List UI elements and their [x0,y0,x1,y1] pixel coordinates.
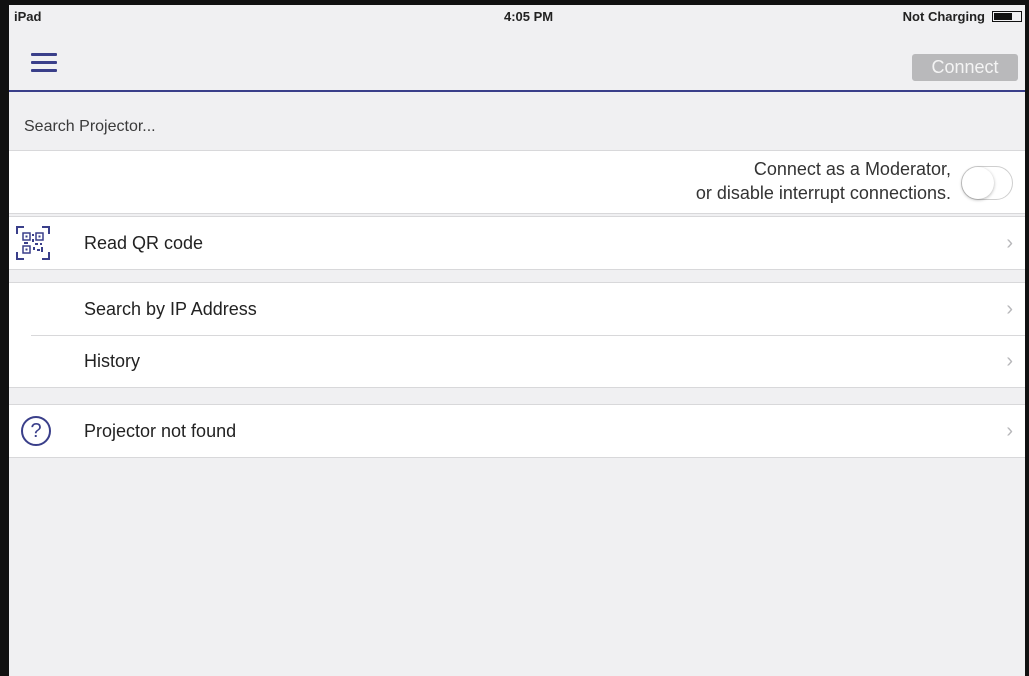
chevron-right-icon: › [1006,232,1013,254]
battery-icon [992,11,1022,22]
projector-not-found-label: Projector not found [84,421,237,441]
device-frame-right [1025,0,1029,676]
moderator-line-1: Connect as a Moderator, [753,159,951,179]
help-circle-icon: ? [21,416,51,446]
list-divider [31,335,1025,336]
toggle-knob [962,167,994,199]
device-name: iPad [14,9,42,24]
connect-button[interactable]: Connect [912,54,1018,81]
search-by-ip-label: Search by IP Address [84,299,257,319]
charge-status: Not Charging [902,9,985,24]
qr-code-icon [16,226,50,260]
app-screen: iPad 4:05 PM Not Charging Connect Search… [9,5,1025,676]
device-frame-left [0,0,9,676]
moderator-row: Connect as a Moderator, or disable inter… [9,150,1025,214]
read-qr-code-label: Read QR code [84,233,204,253]
chevron-right-icon: › [1006,298,1013,320]
moderator-description: Connect as a Moderator, or disable inter… [696,157,951,205]
chevron-right-icon: › [1006,350,1013,372]
status-time: 4:05 PM [504,9,554,24]
search-placeholder: Search Projector... [24,118,156,135]
projector-not-found-item[interactable]: ? Projector not found › [9,404,1025,458]
moderator-line-2: or disable interrupt connections. [695,183,951,203]
battery-level [994,13,1013,20]
history-label: History [84,351,141,371]
search-projector-field[interactable]: Search Projector... [9,92,1025,150]
nav-bar: Connect [9,27,1025,92]
hamburger-menu-icon[interactable] [31,53,57,73]
history-item[interactable]: History › [9,335,1025,388]
chevron-right-icon: › [1006,420,1013,442]
status-bar: iPad 4:05 PM Not Charging [9,5,1025,27]
read-qr-code-item[interactable]: Read QR code › [9,216,1025,270]
moderator-toggle[interactable] [961,166,1013,200]
search-by-ip-item[interactable]: Search by IP Address › [9,282,1025,335]
